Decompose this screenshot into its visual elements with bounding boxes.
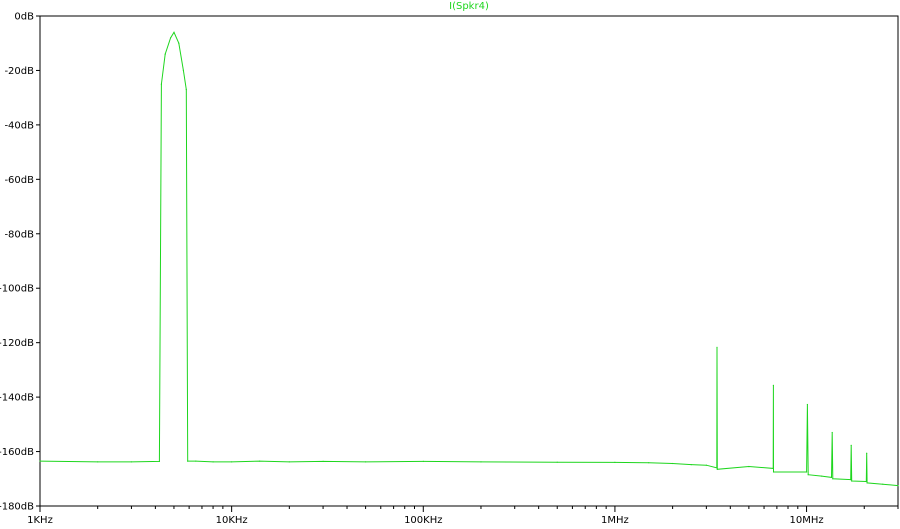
- data-point: [866, 482, 868, 484]
- data-point: [897, 485, 899, 487]
- y-tick-label: -20dB: [4, 66, 34, 77]
- data-point: [772, 384, 775, 386]
- data-point: [322, 460, 324, 462]
- x-tick-label: 10MHz: [790, 515, 824, 525]
- data-point: [705, 464, 708, 466]
- data-point: [130, 461, 132, 463]
- data-point: [259, 460, 261, 462]
- data-point: [748, 465, 750, 468]
- x-tick-label: 10KHz: [216, 515, 248, 525]
- x-tick-label: 100KHz: [404, 515, 442, 525]
- data-point: [716, 346, 718, 348]
- plot-area: I(Spkr4) 0dB -20dB -40dB -60dB -80dB -100dB -1…: [0, 0, 900, 526]
- y-axis: 0dB -20dB -40dB -60dB -80dB -100dB -120dB -140d…: [0, 12, 40, 513]
- data-point: [480, 461, 482, 463]
- chart-svg: I(Spkr4) 0dB -20dB -40dB -60dB -80dB -100dB -1…: [0, 1, 899, 526]
- data-point: [178, 42, 180, 44]
- data-point: [212, 461, 214, 463]
- data-point: [716, 467, 718, 469]
- x-tick-label: 1MHz: [601, 515, 629, 525]
- data-point: [39, 460, 41, 462]
- data-point: [832, 478, 834, 480]
- data-point: [866, 452, 868, 454]
- data-point: [422, 460, 424, 462]
- data-point: [672, 462, 674, 465]
- data-point: [195, 460, 197, 462]
- x-axis: 1KHz 10KHz 100KHz 1MHz 10MHz: [27, 506, 899, 526]
- data-point: [288, 461, 290, 463]
- data-point: [97, 461, 99, 463]
- data-point: [882, 483, 884, 485]
- y-tick-label: -160dB: [0, 447, 34, 458]
- data-point: [160, 83, 162, 85]
- x-tick-label: 1KHz: [27, 515, 53, 525]
- data-point: [831, 431, 833, 434]
- y-tick-label: -80dB: [4, 229, 34, 240]
- data-point: [850, 479, 852, 481]
- data-point: [170, 37, 172, 39]
- data-point: [830, 476, 833, 478]
- data-point: [716, 468, 718, 470]
- data-point: [821, 475, 823, 477]
- y-tick-label: -140dB: [0, 393, 34, 404]
- data-point: [614, 461, 616, 463]
- y-tick-label: -120dB: [0, 338, 34, 349]
- data-point: [185, 88, 187, 91]
- data-point: [690, 464, 692, 466]
- data-point: [556, 461, 558, 463]
- data-point: [173, 31, 175, 33]
- data-point: [806, 403, 809, 406]
- data-point: [182, 69, 184, 71]
- data-point: [158, 460, 160, 462]
- data-point: [806, 471, 808, 473]
- y-tick-label: -100dB: [0, 284, 34, 295]
- y-tick-label: -180dB: [0, 502, 34, 513]
- data-point: [187, 460, 189, 462]
- data-point: [850, 444, 852, 446]
- data-point: [365, 461, 367, 463]
- y-tick-label: -60dB: [4, 175, 34, 186]
- data-point: [772, 467, 774, 469]
- y-tick-label: -40dB: [4, 120, 34, 131]
- data-point: [231, 461, 233, 463]
- data-point: [648, 462, 650, 464]
- data-point: [772, 471, 775, 473]
- data-point: [851, 480, 853, 482]
- data-point: [807, 474, 809, 476]
- data-point: [164, 53, 166, 55]
- plot-frame: [39, 15, 899, 507]
- chart-title: I(Spkr4): [449, 1, 489, 12]
- data-point: [865, 480, 867, 483]
- y-tick-label: 0dB: [14, 12, 34, 23]
